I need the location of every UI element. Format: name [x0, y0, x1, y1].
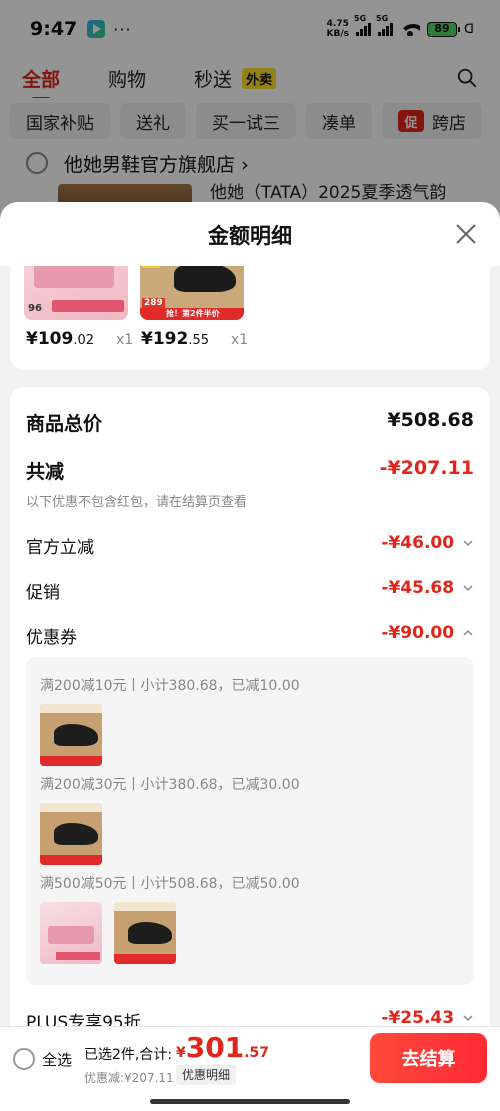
product-quantity: x1	[116, 332, 134, 348]
checkout-button[interactable]: 去结算	[370, 1033, 487, 1083]
chevron-down-icon	[463, 585, 473, 592]
checkout-bar: 全选 已选2件,合计: ¥301.57 优惠减:¥207.11 优惠明细 去结算	[0, 1026, 500, 1111]
selected-count: 已选2件,合计:	[84, 1047, 173, 1063]
official-discount-row[interactable]: -¥46.00	[381, 533, 474, 553]
total-discount-value: -¥207.11	[379, 457, 474, 479]
product-price: ¥192.55	[141, 329, 210, 349]
amount-detail-sheet: 金额明细 96 289 抢！第2件半价 ¥109.02 x1 ¥192.55 x…	[0, 202, 500, 1111]
chevron-up-icon	[463, 629, 473, 636]
discount-note: 以下优惠不包含红包，请在结算页查看	[26, 495, 248, 510]
promotion-label: 促销	[26, 583, 60, 603]
select-all-radio[interactable]	[13, 1048, 35, 1070]
product-price: ¥109.02	[26, 329, 95, 349]
coupon-breakdown: 满200减10元丨小计380.68，已减10.00 满200减30元丨小计380…	[26, 657, 474, 985]
sheet-header: 金额明细	[0, 202, 500, 266]
coupon-label: 优惠券	[26, 628, 77, 648]
goods-total-label: 商品总价	[26, 413, 103, 435]
chevron-down-icon	[463, 1015, 473, 1022]
chevron-down-icon	[463, 540, 473, 547]
home-indicator[interactable]	[150, 1099, 350, 1104]
discount-summary: 优惠减:¥207.11	[84, 1071, 174, 1085]
official-discount-label: 官方立减	[26, 538, 94, 558]
coupon-product-skincare-image	[40, 902, 102, 964]
sheet-title: 金额明细	[208, 224, 292, 248]
total-discount-label: 共减	[26, 461, 65, 483]
close-icon[interactable]	[454, 222, 478, 246]
discount-detail-button[interactable]: 优惠明细	[176, 1065, 237, 1085]
goods-total-value: ¥508.68	[387, 409, 474, 431]
coupon-rule: 满500减50元丨小计508.68，已减50.00	[40, 876, 300, 892]
plus-discount-row[interactable]: -¥25.43	[381, 1008, 474, 1028]
coupon-rule: 满200减30元丨小计380.68，已减30.00	[40, 777, 300, 793]
promotion-row[interactable]: -¥45.68	[381, 578, 474, 598]
amount-detail-card: 商品总价 ¥508.68 共减 -¥207.11 以下优惠不包含红包，请在结算页…	[10, 387, 490, 1111]
coupon-rule: 满200减10元丨小计380.68，已减10.00	[40, 678, 300, 694]
product-quantity: x1	[231, 332, 249, 348]
coupon-product-shoe-image	[40, 803, 102, 865]
coupon-product-shoe-image	[40, 704, 102, 766]
coupon-row[interactable]: -¥90.00	[381, 623, 474, 643]
select-all-label[interactable]: 全选	[42, 1049, 72, 1070]
coupon-product-shoe-image	[114, 902, 176, 964]
total-amount: ¥301.57	[176, 1031, 270, 1064]
